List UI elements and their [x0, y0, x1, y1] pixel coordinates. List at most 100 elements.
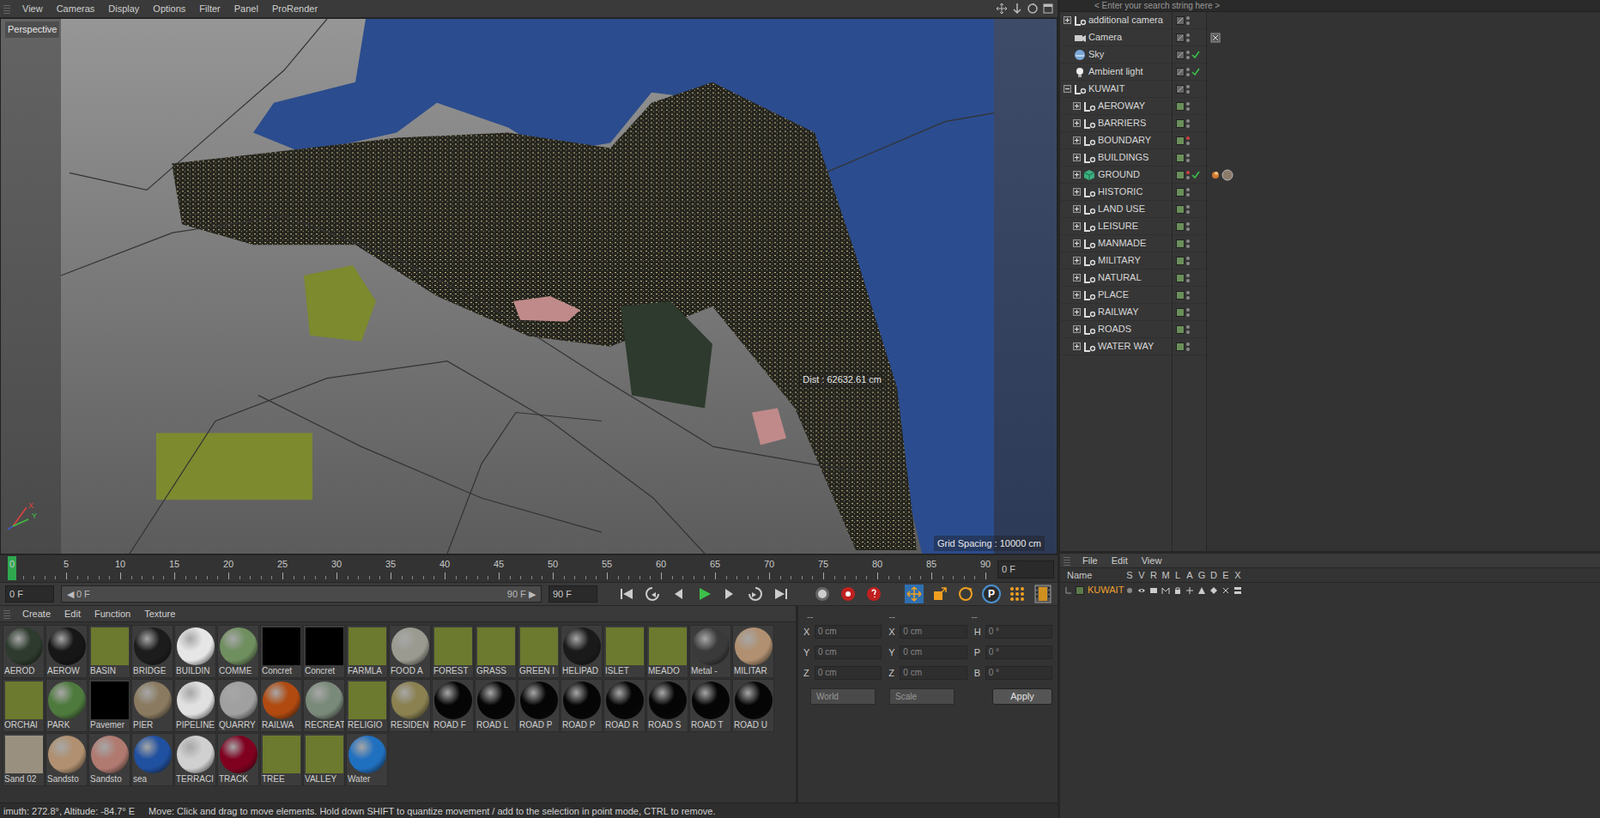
material-swatch[interactable]: [520, 681, 558, 720]
expand-icon[interactable]: [1072, 256, 1081, 265]
editor-visibility-dot[interactable]: [1186, 222, 1190, 226]
prev-key-icon[interactable]: [642, 584, 662, 604]
material-tag-icon[interactable]: [1210, 169, 1234, 182]
layer-column-title[interactable]: V: [1135, 568, 1148, 583]
layer-flag-icon[interactable]: [1173, 586, 1182, 595]
layer-color-swatch[interactable]: [1175, 273, 1185, 283]
layer-flag-icon[interactable]: [1233, 586, 1243, 595]
enabled-empty-icon[interactable]: [1191, 16, 1200, 25]
material-swatch[interactable]: [477, 681, 516, 720]
no-layer-icon[interactable]: [1175, 50, 1185, 60]
material-swatch[interactable]: [348, 681, 387, 720]
object-row[interactable]: NATURAL: [1060, 269, 1600, 287]
expand-icon[interactable]: [1072, 136, 1081, 145]
expand-icon[interactable]: [1072, 342, 1081, 351]
maximize-icon[interactable]: [1042, 2, 1055, 15]
material-item[interactable]: ROAD R: [603, 678, 646, 733]
enabled-empty-icon[interactable]: [1191, 187, 1200, 197]
object-name[interactable]: BARRIERS: [1097, 115, 1146, 131]
layer-color-swatch[interactable]: [1175, 205, 1185, 214]
material-item[interactable]: ROAD F: [431, 678, 474, 733]
material-swatch[interactable]: [606, 681, 644, 720]
tag-icon[interactable]: [1210, 32, 1221, 43]
expand-icon[interactable]: [1072, 187, 1081, 196]
size-field[interactable]: 0 cm: [899, 624, 967, 639]
enabled-empty-icon[interactable]: [1191, 290, 1200, 300]
coordinate-system-dropdown[interactable]: World: [810, 688, 876, 705]
object-row[interactable]: Camera: [1060, 29, 1600, 47]
viewport-menu-item[interactable]: View: [15, 0, 50, 18]
editor-visibility-dot[interactable]: [1186, 67, 1190, 72]
visibility-dots[interactable]: [1186, 153, 1190, 163]
next-key-icon[interactable]: [745, 584, 765, 604]
layer-flag-cell[interactable]: [1195, 586, 1208, 595]
material-swatch[interactable]: [305, 681, 344, 720]
no-layer-icon[interactable]: [1175, 67, 1185, 77]
object-row[interactable]: AEROWAY: [1060, 97, 1600, 116]
play-icon[interactable]: [694, 584, 714, 604]
material-item[interactable]: QUARRY: [217, 678, 260, 733]
render-visibility-dot[interactable]: [1186, 38, 1190, 43]
prev-frame-icon[interactable]: [668, 584, 688, 604]
material-swatch[interactable]: [219, 681, 258, 720]
editor-visibility-dot[interactable]: [1186, 170, 1190, 175]
viewport-menu-item[interactable]: Panel: [227, 0, 266, 18]
object-name[interactable]: NATURAL: [1097, 270, 1142, 285]
layer-flag-icon[interactable]: [1185, 586, 1194, 595]
layer-flag-icon[interactable]: [1173, 586, 1182, 595]
material-item[interactable]: Concret: [303, 624, 346, 679]
prev-frame-icon[interactable]: [668, 584, 688, 604]
render-visibility-dot[interactable]: [1186, 347, 1190, 352]
expand-icon[interactable]: [1072, 239, 1081, 248]
dolly-icon[interactable]: [1011, 2, 1024, 15]
parameter-tool-button[interactable]: P: [981, 584, 1001, 604]
layer-flag-cell[interactable]: [1171, 586, 1184, 595]
material-swatch[interactable]: [734, 627, 773, 666]
viewport-menu-item[interactable]: Options: [145, 0, 193, 18]
material-swatch[interactable]: [520, 627, 558, 666]
enabled-empty-icon[interactable]: [1191, 239, 1200, 249]
position-field[interactable]: 0 cm: [814, 645, 882, 660]
expand-icon[interactable]: [1072, 119, 1081, 128]
material-swatch[interactable]: [5, 627, 43, 666]
object-name[interactable]: BOUNDARY: [1097, 133, 1152, 148]
layer-flag-cell[interactable]: [1219, 586, 1232, 595]
render-visibility-dot[interactable]: [1186, 107, 1190, 111]
render-settings-icon[interactable]: [1033, 584, 1053, 604]
enabled-empty-icon[interactable]: [1191, 290, 1200, 300]
material-item[interactable]: ORCHAI: [2, 678, 45, 733]
enabled-empty-icon[interactable]: [1191, 84, 1200, 94]
object-name[interactable]: KUWAIT: [1088, 81, 1125, 97]
expand-icon[interactable]: [1072, 102, 1081, 110]
layer-color-swatch[interactable]: [1175, 222, 1185, 231]
expand-icon[interactable]: [1072, 153, 1081, 162]
enabled-empty-icon[interactable]: [1191, 102, 1200, 111]
editor-visibility-dot[interactable]: [1186, 33, 1190, 37]
points-grid-icon[interactable]: [1007, 584, 1027, 604]
object-row[interactable]: MANMADE: [1060, 235, 1600, 253]
rotate-tool-icon[interactable]: [956, 584, 976, 604]
object-name[interactable]: Sky: [1088, 47, 1104, 62]
enabled-empty-icon[interactable]: [1191, 136, 1200, 146]
material-swatch[interactable]: [133, 735, 172, 774]
record-keys-icon[interactable]: [812, 584, 832, 604]
end-frame-field[interactable]: 90 F: [548, 585, 598, 604]
visibility-dots[interactable]: [1186, 325, 1190, 334]
enabled-empty-icon[interactable]: [1191, 342, 1200, 352]
object-row[interactable]: additional camera: [1060, 12, 1600, 30]
editor-visibility-dot[interactable]: [1186, 239, 1190, 243]
material-tag-icon[interactable]: [1210, 169, 1234, 182]
layer-color-swatch[interactable]: [1175, 342, 1185, 352]
apply-button[interactable]: Apply: [992, 688, 1053, 705]
go-end-icon[interactable]: [771, 584, 791, 604]
material-item[interactable]: Pavemer: [88, 678, 131, 733]
render-visibility-dot[interactable]: [1186, 296, 1190, 300]
visibility-dots[interactable]: [1186, 256, 1190, 266]
layer-color-swatch[interactable]: [1175, 290, 1185, 300]
layer-color-swatch[interactable]: [1175, 256, 1185, 266]
no-layer-icon[interactable]: [1175, 67, 1185, 77]
render-visibility-dot[interactable]: [1186, 141, 1190, 146]
enabled-empty-icon[interactable]: [1191, 222, 1200, 231]
expand-icon[interactable]: [1063, 16, 1072, 25]
enabled-empty-icon[interactable]: [1191, 273, 1200, 283]
